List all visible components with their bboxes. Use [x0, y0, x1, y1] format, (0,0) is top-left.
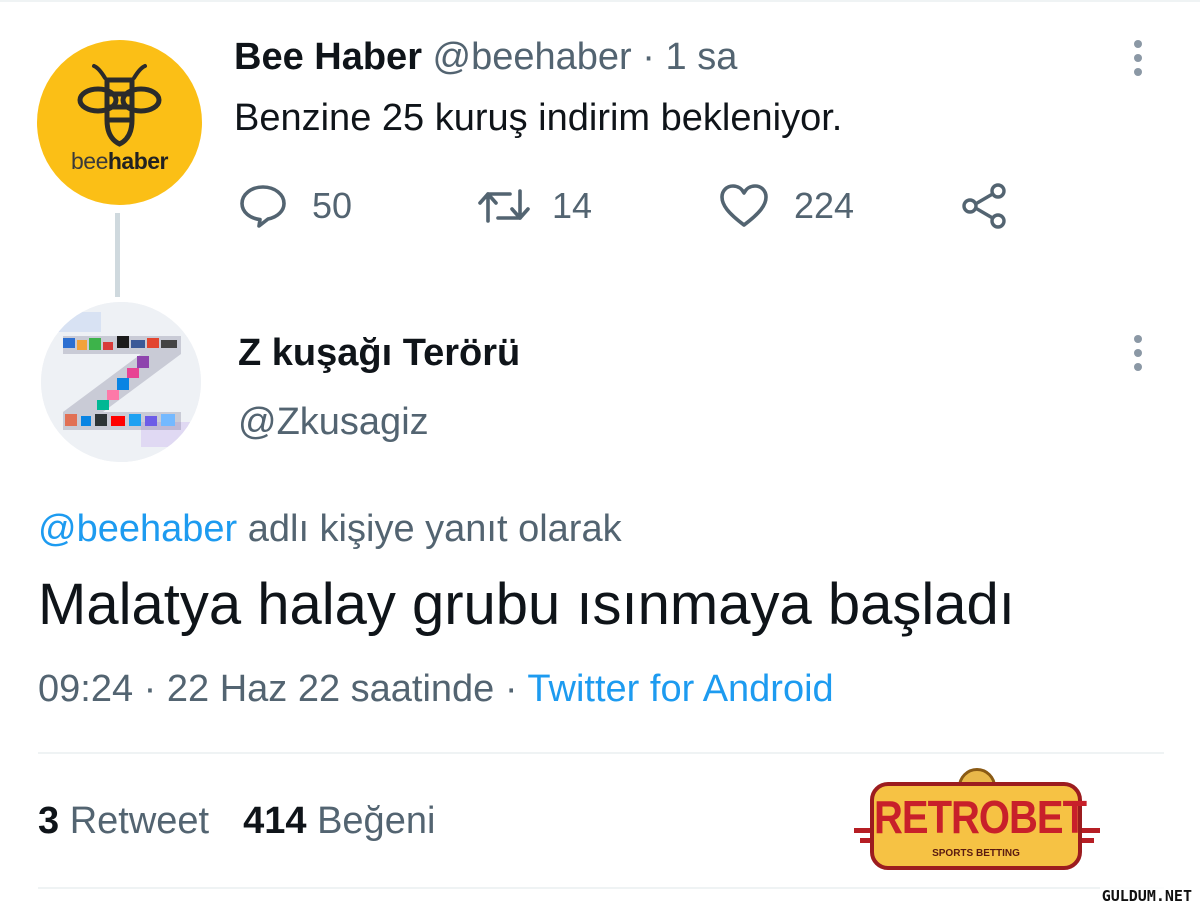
- top-divider: [0, 0, 1200, 2]
- z-collage-logo-icon: [41, 302, 201, 462]
- thread-connector-line: [115, 213, 120, 297]
- stats-top-divider: [38, 752, 1164, 754]
- reply-button[interactable]: 50: [238, 183, 352, 229]
- tweet2-author-handle[interactable]: @Zkusagiz: [238, 401, 429, 444]
- like-count: 224: [794, 185, 855, 226]
- retrobet-ad-logo[interactable]: RETROBET SPORTS BETTING: [854, 768, 1100, 883]
- like-stat[interactable]: 414 Beğeni: [243, 800, 435, 842]
- like-stat-label: Beğeni: [317, 800, 436, 842]
- share-button[interactable]: [958, 183, 1010, 229]
- more-icon: [1131, 335, 1145, 371]
- tweet1-time[interactable]: 1 sa: [666, 36, 738, 78]
- reply-icon: [240, 185, 286, 228]
- tweet1-author-handle[interactable]: @beehaber: [433, 36, 632, 78]
- zkusagiz-avatar[interactable]: [41, 302, 201, 462]
- tweet1-header: Bee Haber @beehaber · 1 sa: [234, 36, 737, 79]
- client-link[interactable]: Twitter for Android: [527, 668, 833, 710]
- tweet2-timestamp[interactable]: 09:24 · 22 Haz 22 saatinde: [38, 668, 494, 710]
- like-stat-count: 414: [243, 800, 307, 842]
- engagement-stats: 3 Retweet 414 Beğeni: [38, 800, 435, 843]
- replying-to-line: @beehaber adlı kişiye yanıt olarak: [38, 508, 622, 551]
- retweet-icon: [478, 189, 530, 223]
- tweet2-author-name[interactable]: Z kuşağı Terörü: [238, 332, 520, 375]
- like-button[interactable]: 224: [718, 183, 854, 229]
- retweet-count: 14: [552, 185, 593, 226]
- tweet2-text: Malatya halay grubu ısınmaya başladı: [38, 572, 1015, 637]
- reply-mention-link[interactable]: @beehaber: [38, 508, 237, 550]
- heart-icon: [720, 184, 768, 227]
- reply-to-label: adlı kişiye yanıt olarak: [247, 508, 622, 550]
- stats-bottom-divider: [38, 887, 1164, 889]
- share-icon: [962, 183, 1006, 229]
- site-watermark: GULDUM.NET: [1099, 887, 1194, 905]
- tweet1-separator: ·: [642, 36, 655, 78]
- bee-logo-icon: [77, 64, 162, 147]
- tweet1-text: Benzine 25 kuruş indirim bekleniyor.: [234, 97, 843, 139]
- logo-badge: RETROBET SPORTS BETTING: [870, 782, 1087, 870]
- tweet2-more-button[interactable]: [1131, 335, 1145, 377]
- tweet2-meta: 09:24 · 22 Haz 22 saatinde · Twitter for…: [38, 668, 834, 711]
- beehaber-logo-text: beehaber: [70, 148, 169, 174]
- tweet1-more-button[interactable]: [1131, 40, 1145, 82]
- retweet-button[interactable]: 14: [476, 183, 592, 229]
- retweet-stat-count: 3: [38, 800, 60, 842]
- meta-separator: ·: [504, 668, 518, 710]
- ad-tagline: SPORTS BETTING: [932, 848, 1020, 859]
- retweet-stat[interactable]: 3 Retweet: [38, 800, 209, 842]
- ad-brand: RETROBET: [874, 792, 1087, 844]
- tweet1-author-name[interactable]: Bee Haber: [234, 36, 422, 78]
- retweet-stat-label: Retweet: [69, 800, 210, 842]
- reply-count: 50: [312, 185, 353, 226]
- beehaber-avatar[interactable]: beehaber: [37, 40, 202, 205]
- more-icon: [1131, 40, 1145, 76]
